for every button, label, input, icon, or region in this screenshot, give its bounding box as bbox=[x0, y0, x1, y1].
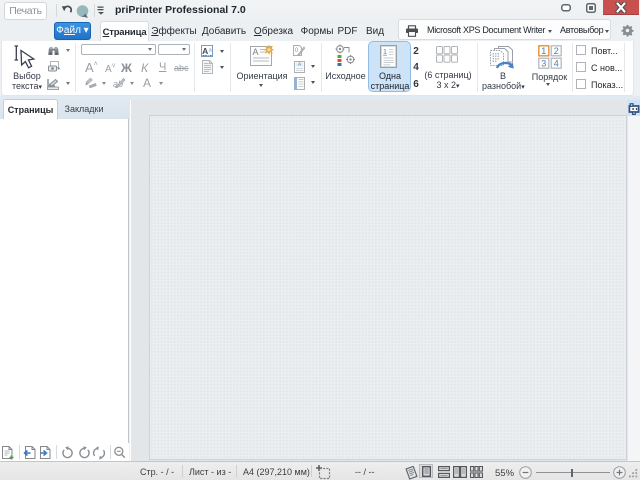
svg-text:А: А bbox=[202, 46, 208, 56]
svg-text:1: 1 bbox=[541, 46, 546, 56]
svg-text:2: 2 bbox=[554, 46, 559, 56]
svg-text:1: 1 bbox=[383, 47, 387, 56]
svg-text:4: 4 bbox=[554, 58, 559, 68]
svg-text:А: А bbox=[252, 47, 258, 57]
svg-text:3: 3 bbox=[541, 58, 546, 68]
